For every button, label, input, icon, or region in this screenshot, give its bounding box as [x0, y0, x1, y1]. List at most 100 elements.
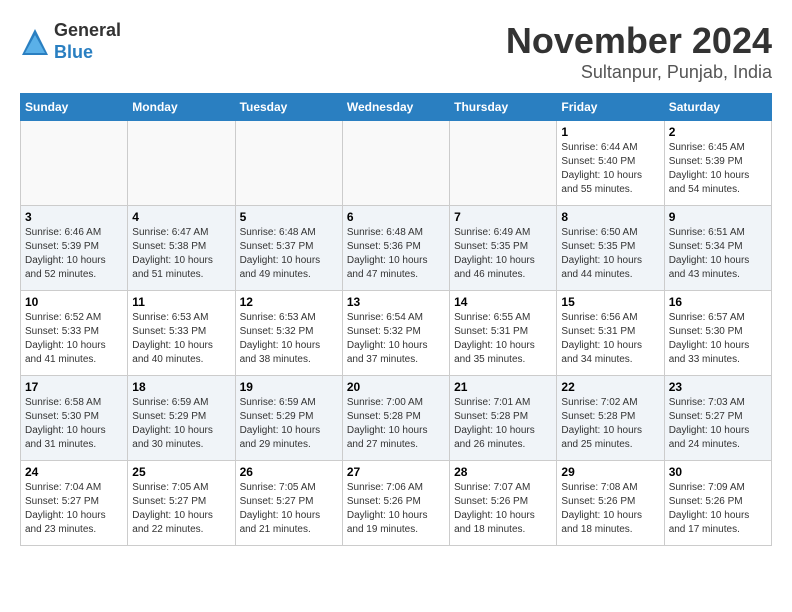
calendar-cell: 10 Sunrise: 6:52 AM Sunset: 5:33 PM Dayli…: [21, 291, 128, 376]
month-title: November 2024: [506, 20, 772, 62]
day-info: Sunrise: 7:07 AM Sunset: 5:26 PM Dayligh…: [454, 481, 552, 537]
day-number: 18: [132, 380, 230, 394]
day-info: Sunrise: 6:48 AM Sunset: 5:36 PM Dayligh…: [347, 226, 445, 282]
day-info: Sunrise: 7:02 AM Sunset: 5:28 PM Dayligh…: [561, 396, 659, 452]
calendar-header: SundayMondayTuesdayWednesdayThursdayFrid…: [21, 94, 772, 121]
calendar-cell: 15Sunrise: 6:56 AM Sunset: 5:31 PM Dayli…: [557, 291, 664, 376]
day-number: 6: [347, 210, 445, 224]
calendar-week-5: 24 Sunrise: 7:04 AM Sunset: 5:27 PM Dayli…: [21, 461, 772, 546]
day-info: Sunrise: 6:57 AM Sunset: 5:30 PM Dayligh…: [669, 311, 767, 367]
logo-icon: [20, 27, 50, 57]
day-number: 29: [561, 465, 659, 479]
day-info: Sunrise: 6:52 AM Sunset: 5:33 PM Dayligh…: [25, 311, 123, 367]
weekday-header-monday: Monday: [128, 94, 235, 121]
calendar-cell: [450, 121, 557, 206]
calendar-week-1: 1Sunrise: 6:44 AM Sunset: 5:40 PM Daylig…: [21, 121, 772, 206]
page-header: General Blue November 2024 Sultanpur, Pu…: [20, 20, 772, 83]
calendar-cell: 30 Sunrise: 7:09 AM Sunset: 5:26 PM Dayli…: [664, 461, 771, 546]
calendar-cell: 16 Sunrise: 6:57 AM Sunset: 5:30 PM Dayli…: [664, 291, 771, 376]
calendar-cell: 18Sunrise: 6:59 AM Sunset: 5:29 PM Dayli…: [128, 376, 235, 461]
day-number: 26: [240, 465, 338, 479]
calendar-cell: 29 Sunrise: 7:08 AM Sunset: 5:26 PM Dayli…: [557, 461, 664, 546]
calendar-cell: 20Sunrise: 7:00 AM Sunset: 5:28 PM Dayli…: [342, 376, 449, 461]
day-number: 2: [669, 125, 767, 139]
day-number: 1: [561, 125, 659, 139]
calendar-body: 1Sunrise: 6:44 AM Sunset: 5:40 PM Daylig…: [21, 121, 772, 546]
calendar-cell: 8Sunrise: 6:50 AM Sunset: 5:35 PM Daylig…: [557, 206, 664, 291]
calendar-cell: 19 Sunrise: 6:59 AM Sunset: 5:29 PM Dayli…: [235, 376, 342, 461]
calendar-cell: 9 Sunrise: 6:51 AM Sunset: 5:34 PM Daylig…: [664, 206, 771, 291]
calendar-cell: 13 Sunrise: 6:54 AM Sunset: 5:32 PM Dayli…: [342, 291, 449, 376]
day-info: Sunrise: 7:05 AM Sunset: 5:27 PM Dayligh…: [240, 481, 338, 537]
day-info: Sunrise: 6:49 AM Sunset: 5:35 PM Dayligh…: [454, 226, 552, 282]
weekday-header-saturday: Saturday: [664, 94, 771, 121]
day-number: 25: [132, 465, 230, 479]
calendar-cell: 14 Sunrise: 6:55 AM Sunset: 5:31 PM Dayli…: [450, 291, 557, 376]
day-number: 13: [347, 295, 445, 309]
day-info: Sunrise: 6:47 AM Sunset: 5:38 PM Dayligh…: [132, 226, 230, 282]
day-number: 3: [25, 210, 123, 224]
day-number: 23: [669, 380, 767, 394]
calendar-table: SundayMondayTuesdayWednesdayThursdayFrid…: [20, 93, 772, 546]
day-info: Sunrise: 7:06 AM Sunset: 5:26 PM Dayligh…: [347, 481, 445, 537]
day-number: 16: [669, 295, 767, 309]
calendar-cell: 26 Sunrise: 7:05 AM Sunset: 5:27 PM Dayli…: [235, 461, 342, 546]
calendar-cell: 6 Sunrise: 6:48 AM Sunset: 5:36 PM Daylig…: [342, 206, 449, 291]
day-number: 22: [561, 380, 659, 394]
day-number: 5: [240, 210, 338, 224]
calendar-week-3: 10 Sunrise: 6:52 AM Sunset: 5:33 PM Dayli…: [21, 291, 772, 376]
day-info: Sunrise: 6:56 AM Sunset: 5:31 PM Dayligh…: [561, 311, 659, 367]
day-number: 4: [132, 210, 230, 224]
weekday-header-wednesday: Wednesday: [342, 94, 449, 121]
logo: General Blue: [20, 20, 121, 63]
day-number: 12: [240, 295, 338, 309]
day-info: Sunrise: 7:04 AM Sunset: 5:27 PM Dayligh…: [25, 481, 123, 537]
weekday-header-tuesday: Tuesday: [235, 94, 342, 121]
calendar-cell: 3 Sunrise: 6:46 AM Sunset: 5:39 PM Daylig…: [21, 206, 128, 291]
calendar-cell: 1Sunrise: 6:44 AM Sunset: 5:40 PM Daylig…: [557, 121, 664, 206]
day-info: Sunrise: 6:55 AM Sunset: 5:31 PM Dayligh…: [454, 311, 552, 367]
day-number: 7: [454, 210, 552, 224]
calendar-cell: 23 Sunrise: 7:03 AM Sunset: 5:27 PM Dayli…: [664, 376, 771, 461]
day-number: 14: [454, 295, 552, 309]
calendar-cell: 28 Sunrise: 7:07 AM Sunset: 5:26 PM Dayli…: [450, 461, 557, 546]
day-info: Sunrise: 6:59 AM Sunset: 5:29 PM Dayligh…: [240, 396, 338, 452]
day-info: Sunrise: 7:08 AM Sunset: 5:26 PM Dayligh…: [561, 481, 659, 537]
day-number: 19: [240, 380, 338, 394]
day-number: 28: [454, 465, 552, 479]
day-info: Sunrise: 7:09 AM Sunset: 5:26 PM Dayligh…: [669, 481, 767, 537]
day-info: Sunrise: 6:45 AM Sunset: 5:39 PM Dayligh…: [669, 141, 767, 197]
calendar-cell: 7 Sunrise: 6:49 AM Sunset: 5:35 PM Daylig…: [450, 206, 557, 291]
calendar-cell: 27 Sunrise: 7:06 AM Sunset: 5:26 PM Dayli…: [342, 461, 449, 546]
logo-blue: Blue: [54, 42, 93, 62]
day-info: Sunrise: 7:01 AM Sunset: 5:28 PM Dayligh…: [454, 396, 552, 452]
calendar-week-4: 17Sunrise: 6:58 AM Sunset: 5:30 PM Dayli…: [21, 376, 772, 461]
calendar-cell: 5Sunrise: 6:48 AM Sunset: 5:37 PM Daylig…: [235, 206, 342, 291]
calendar-cell: [21, 121, 128, 206]
day-info: Sunrise: 6:54 AM Sunset: 5:32 PM Dayligh…: [347, 311, 445, 367]
day-info: Sunrise: 6:53 AM Sunset: 5:32 PM Dayligh…: [240, 311, 338, 367]
title-block: November 2024 Sultanpur, Punjab, India: [506, 20, 772, 83]
calendar-cell: 22 Sunrise: 7:02 AM Sunset: 5:28 PM Dayli…: [557, 376, 664, 461]
calendar-cell: 2 Sunrise: 6:45 AM Sunset: 5:39 PM Daylig…: [664, 121, 771, 206]
day-number: 27: [347, 465, 445, 479]
day-info: Sunrise: 6:53 AM Sunset: 5:33 PM Dayligh…: [132, 311, 230, 367]
day-info: Sunrise: 6:46 AM Sunset: 5:39 PM Dayligh…: [25, 226, 123, 282]
day-number: 8: [561, 210, 659, 224]
calendar-cell: 4 Sunrise: 6:47 AM Sunset: 5:38 PM Daylig…: [128, 206, 235, 291]
logo-text: General Blue: [54, 20, 121, 63]
day-number: 24: [25, 465, 123, 479]
weekday-header-row: SundayMondayTuesdayWednesdayThursdayFrid…: [21, 94, 772, 121]
calendar-cell: 17Sunrise: 6:58 AM Sunset: 5:30 PM Dayli…: [21, 376, 128, 461]
calendar-cell: 25Sunrise: 7:05 AM Sunset: 5:27 PM Dayli…: [128, 461, 235, 546]
calendar-cell: [235, 121, 342, 206]
day-number: 9: [669, 210, 767, 224]
day-info: Sunrise: 7:03 AM Sunset: 5:27 PM Dayligh…: [669, 396, 767, 452]
day-number: 21: [454, 380, 552, 394]
day-number: 30: [669, 465, 767, 479]
weekday-header-friday: Friday: [557, 94, 664, 121]
day-number: 10: [25, 295, 123, 309]
location-subtitle: Sultanpur, Punjab, India: [506, 62, 772, 83]
calendar-week-2: 3 Sunrise: 6:46 AM Sunset: 5:39 PM Daylig…: [21, 206, 772, 291]
day-info: Sunrise: 6:51 AM Sunset: 5:34 PM Dayligh…: [669, 226, 767, 282]
